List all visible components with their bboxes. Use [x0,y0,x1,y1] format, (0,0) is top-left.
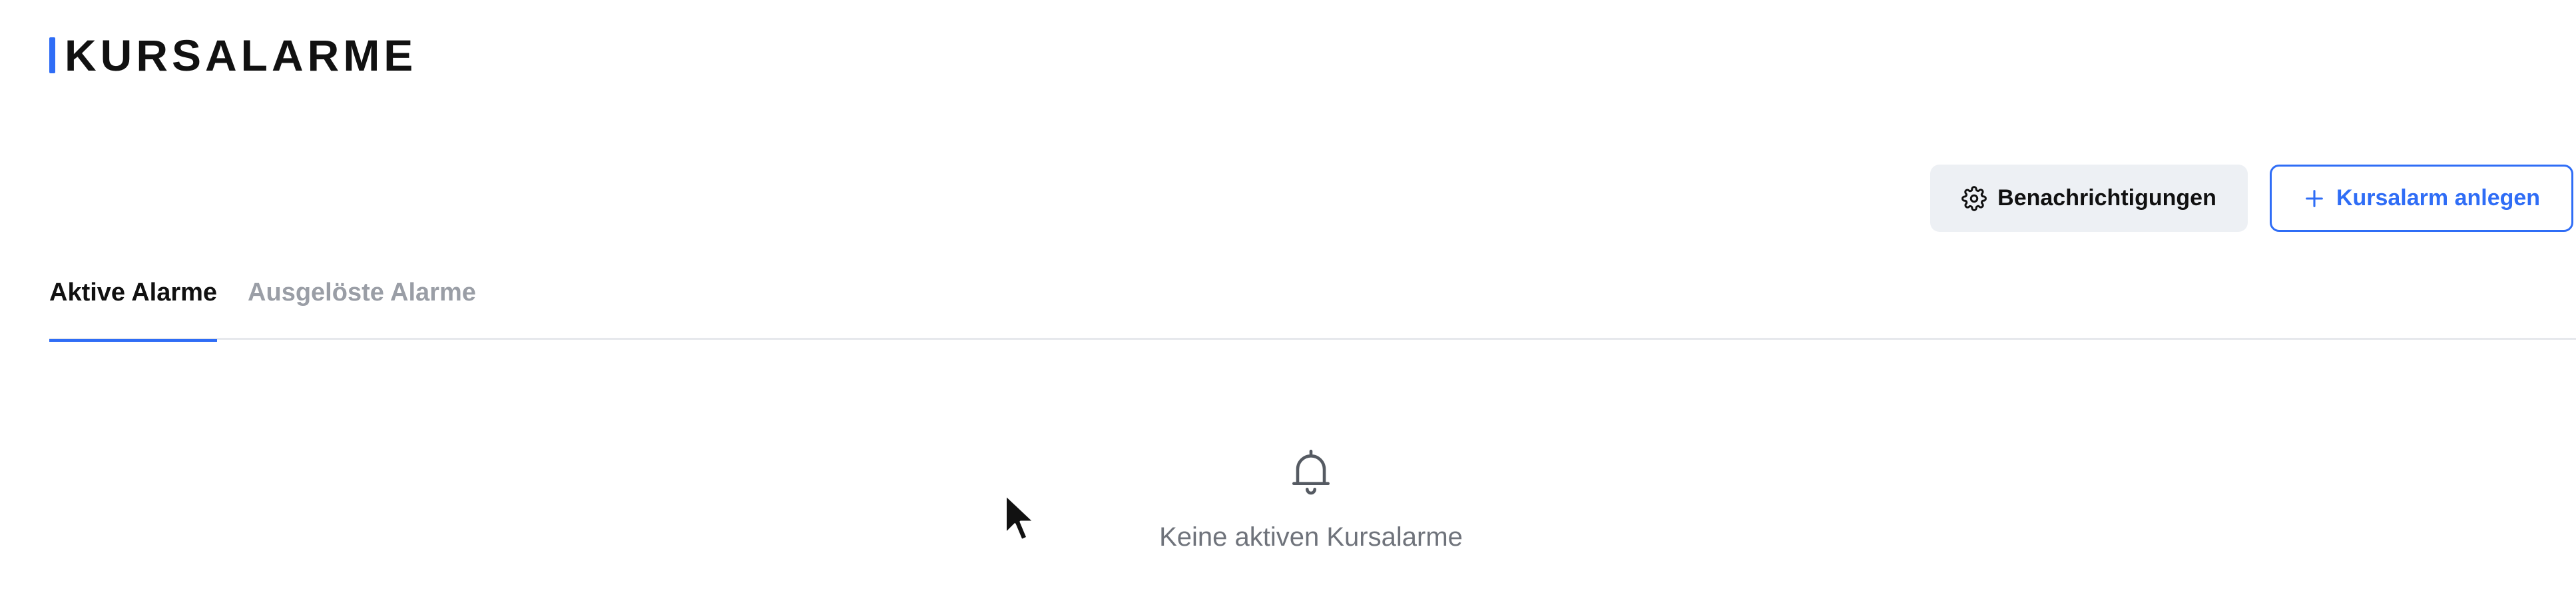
empty-state: Keine aktiven Kursalarme [0,446,2576,552]
add-alarm-button-label: Kursalarm anlegen [2336,185,2541,211]
bell-icon [1292,449,1330,495]
title-accent-bar [49,37,55,73]
notifications-button[interactable]: Benachrichtigungen [1930,165,2248,232]
tab-triggered-alarms[interactable]: Ausgelöste Alarme [248,267,476,340]
notifications-button-label: Benachrichtigungen [1997,185,2216,211]
alarm-tabs: Aktive Alarme Ausgelöste Alarme [49,267,2576,342]
tab-active-alarms[interactable]: Aktive Alarme [49,267,218,342]
gear-icon [1961,185,1987,211]
plus-icon [2303,187,2326,210]
page-header: KURSALARME [49,33,417,77]
kursalarme-page: KURSALARME Benachrichtigungen Kursalarm … [0,0,2576,613]
empty-state-message: Keine aktiven Kursalarme [1159,522,1463,552]
add-alarm-button[interactable]: Kursalarm anlegen [2270,165,2573,232]
mouse-pointer-icon [1005,494,1035,541]
header-actions: Benachrichtigungen Kursalarm anlegen [1930,165,2573,232]
page-title: KURSALARME [65,31,417,80]
